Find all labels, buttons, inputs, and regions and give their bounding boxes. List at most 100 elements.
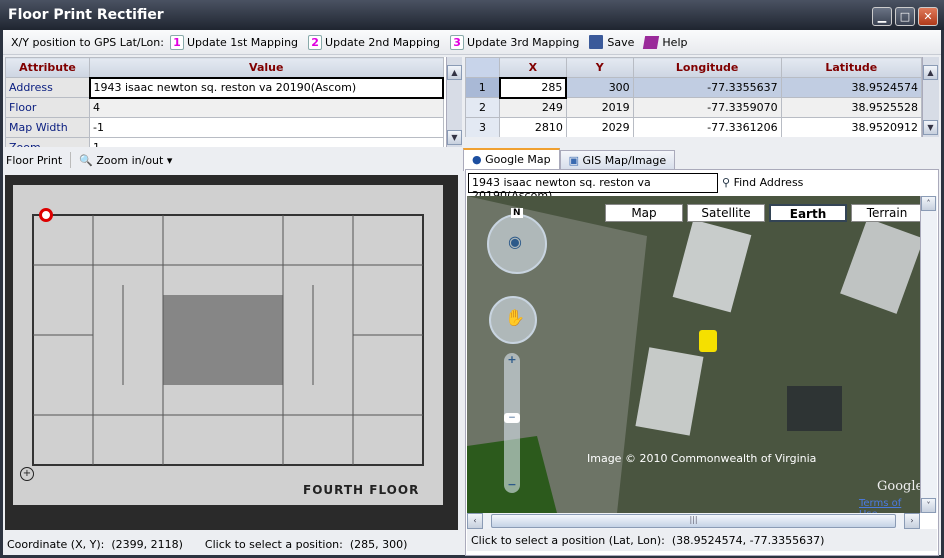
scroll-down-button[interactable]: ▼: [447, 130, 462, 145]
google-earth-icon: ●: [472, 153, 482, 166]
google-logo: Google: [877, 479, 920, 494]
map-type-satellite[interactable]: Satellite: [687, 204, 765, 222]
save-button[interactable]: Save: [589, 35, 634, 49]
table-row[interactable]: 1 285 300 -77.3355637 38.9524574: [465, 76, 923, 99]
close-button[interactable]: ✕: [918, 7, 938, 26]
click-label: Click to select a position:: [204, 537, 343, 551]
x-cell[interactable]: 249: [499, 97, 567, 118]
map-tabs: ● Google Map ▣ GIS Map/Image: [463, 148, 676, 171]
scroll-up-button[interactable]: ˄: [921, 196, 936, 211]
terms-of-use-link[interactable]: Terms of Use: [859, 498, 920, 513]
scroll-thumb[interactable]: |||: [491, 514, 896, 528]
map-type-map[interactable]: Map: [605, 204, 683, 222]
tab-google-map[interactable]: ● Google Map: [463, 148, 560, 171]
left-status-bar: Coordinate (X, Y): (2399, 2118) Click to…: [3, 533, 461, 555]
zoom-in-out-button[interactable]: 🔍 Zoom in/out ▾: [79, 154, 172, 167]
attribute-name: Address: [5, 77, 90, 98]
x-cell[interactable]: 285: [498, 76, 568, 99]
hand-icon: ✋: [505, 308, 525, 327]
table-row[interactable]: 2 249 2019 -77.3359070 38.9525528: [465, 97, 923, 118]
latitude-cell[interactable]: 38.9520912: [780, 117, 923, 137]
table-row[interactable]: Zoom1: [5, 137, 444, 147]
plan-caption: FOURTH FLOOR: [303, 483, 420, 497]
zoom-thumb[interactable]: −: [504, 413, 520, 423]
y-cell[interactable]: 2029: [565, 117, 634, 137]
coord-value: (2399, 2118): [111, 537, 183, 551]
address-input[interactable]: 1943 isaac newton sq. reston va 20190(As…: [468, 173, 718, 202]
client-area: X/Y position to GPS Lat/Lon: 1 Update 1st…: [3, 30, 941, 556]
floor-print-canvas[interactable]: FOURTH FLOOR +: [5, 175, 458, 530]
latitude-cell[interactable]: 38.9525528: [780, 97, 923, 118]
latitude-cell[interactable]: 38.9524574: [780, 77, 923, 98]
table-row[interactable]: Floor 4: [5, 97, 444, 118]
map-vertical-scrollbar[interactable]: ˄ ˅: [920, 196, 937, 513]
zoom-out-icon[interactable]: −: [504, 478, 520, 491]
zoom-in-icon[interactable]: +: [504, 353, 520, 366]
mapping-scrollbar[interactable]: ▲ ▼: [922, 57, 939, 137]
maximize-button[interactable]: □: [895, 7, 915, 26]
help-label: Help: [662, 35, 688, 49]
pan-control[interactable]: ✋: [489, 296, 537, 344]
grid-corner: [465, 57, 500, 78]
look-control[interactable]: N ◉: [487, 208, 547, 274]
scroll-left-button[interactable]: ‹: [467, 513, 483, 529]
longitude-cell[interactable]: -77.3359070: [632, 97, 782, 118]
position-marker-icon[interactable]: [39, 208, 53, 222]
column-header-value[interactable]: Value: [89, 57, 444, 78]
zoom-label: Zoom in/out: [96, 153, 164, 167]
column-header-y[interactable]: Y: [565, 57, 634, 78]
y-cell[interactable]: 2019: [565, 97, 634, 118]
crosshair-icon: +: [20, 467, 34, 481]
scroll-down-button[interactable]: ˅: [921, 498, 936, 513]
coord-label: Coordinate (X, Y):: [7, 537, 105, 551]
toolbar: X/Y position to GPS Lat/Lon: 1 Update 1st…: [3, 30, 941, 55]
floor-print-label: Floor Print: [6, 153, 63, 167]
attribute-value[interactable]: 1: [89, 137, 444, 147]
right-status-bar: Click to select a position (Lat, Lon): (…: [467, 529, 937, 551]
attribute-name: Map Width: [5, 117, 90, 138]
scroll-up-button[interactable]: ▲: [923, 65, 938, 80]
map-type-terrain[interactable]: Terrain: [851, 204, 920, 222]
map-type-earth[interactable]: Earth: [769, 204, 847, 222]
floppy-disk-icon: [589, 35, 604, 49]
attribute-name: Floor: [5, 97, 90, 118]
attribute-scrollbar[interactable]: ▲ ▼: [446, 57, 462, 147]
table-row[interactable]: 3 2810 2029 -77.3361206 38.9520912: [465, 117, 923, 137]
zoom-slider[interactable]: + − −: [504, 353, 520, 493]
latlon-click-label: Click to select a position (Lat, Lon):: [471, 533, 665, 547]
find-address-button[interactable]: ⚲ Find Address: [722, 176, 803, 189]
column-header-latitude[interactable]: Latitude: [780, 57, 923, 78]
map-horizontal-scrollbar[interactable]: ‹ ||| ›: [467, 513, 920, 529]
magnifier-icon: 🔍: [79, 153, 93, 167]
y-cell[interactable]: 300: [565, 77, 634, 98]
floor-plan-image: FOURTH FLOOR: [13, 185, 443, 505]
table-row[interactable]: Address 1943 isaac newton sq. reston va 2…: [5, 76, 444, 99]
google-map-view[interactable]: Map Satellite Earth Terrain N ◉ ✋ + − − I…: [467, 196, 920, 513]
table-row[interactable]: Map Width -1: [5, 117, 444, 138]
scroll-up-button[interactable]: ▲: [447, 65, 462, 80]
placemark-pin-icon[interactable]: [699, 330, 717, 352]
binoculars-icon: ⚲: [722, 176, 731, 189]
scroll-right-button[interactable]: ›: [904, 513, 920, 529]
row-number: 1: [465, 77, 500, 98]
help-button[interactable]: Help: [643, 35, 688, 49]
attribute-value[interactable]: 4: [89, 97, 444, 118]
update-3rd-mapping-button[interactable]: 3 Update 3rd Mapping: [450, 34, 579, 50]
attribute-value-input[interactable]: 1943 isaac newton sq. reston va 20190(As…: [88, 76, 444, 99]
longitude-cell[interactable]: -77.3355637: [632, 77, 782, 98]
column-header-attribute[interactable]: Attribute: [5, 57, 90, 78]
update-2nd-mapping-button[interactable]: 2 Update 2nd Mapping: [308, 34, 440, 50]
scroll-down-button[interactable]: ▼: [923, 120, 938, 135]
row-number: 2: [465, 97, 500, 118]
longitude-cell[interactable]: -77.3361206: [632, 117, 782, 137]
tab-gis-map-image[interactable]: ▣ GIS Map/Image: [559, 150, 676, 171]
column-header-x[interactable]: X: [499, 57, 567, 78]
toolbar-label: X/Y position to GPS Lat/Lon:: [11, 35, 164, 49]
attribute-value[interactable]: -1: [89, 117, 444, 138]
floor-plan-drawing: [32, 214, 424, 466]
x-cell[interactable]: 2810: [499, 117, 567, 137]
update-1st-mapping-button[interactable]: 1 Update 1st Mapping: [169, 34, 298, 50]
column-header-longitude[interactable]: Longitude: [632, 57, 782, 78]
number-2-icon: 2: [308, 34, 323, 50]
minimize-button[interactable]: ▁: [872, 7, 892, 26]
